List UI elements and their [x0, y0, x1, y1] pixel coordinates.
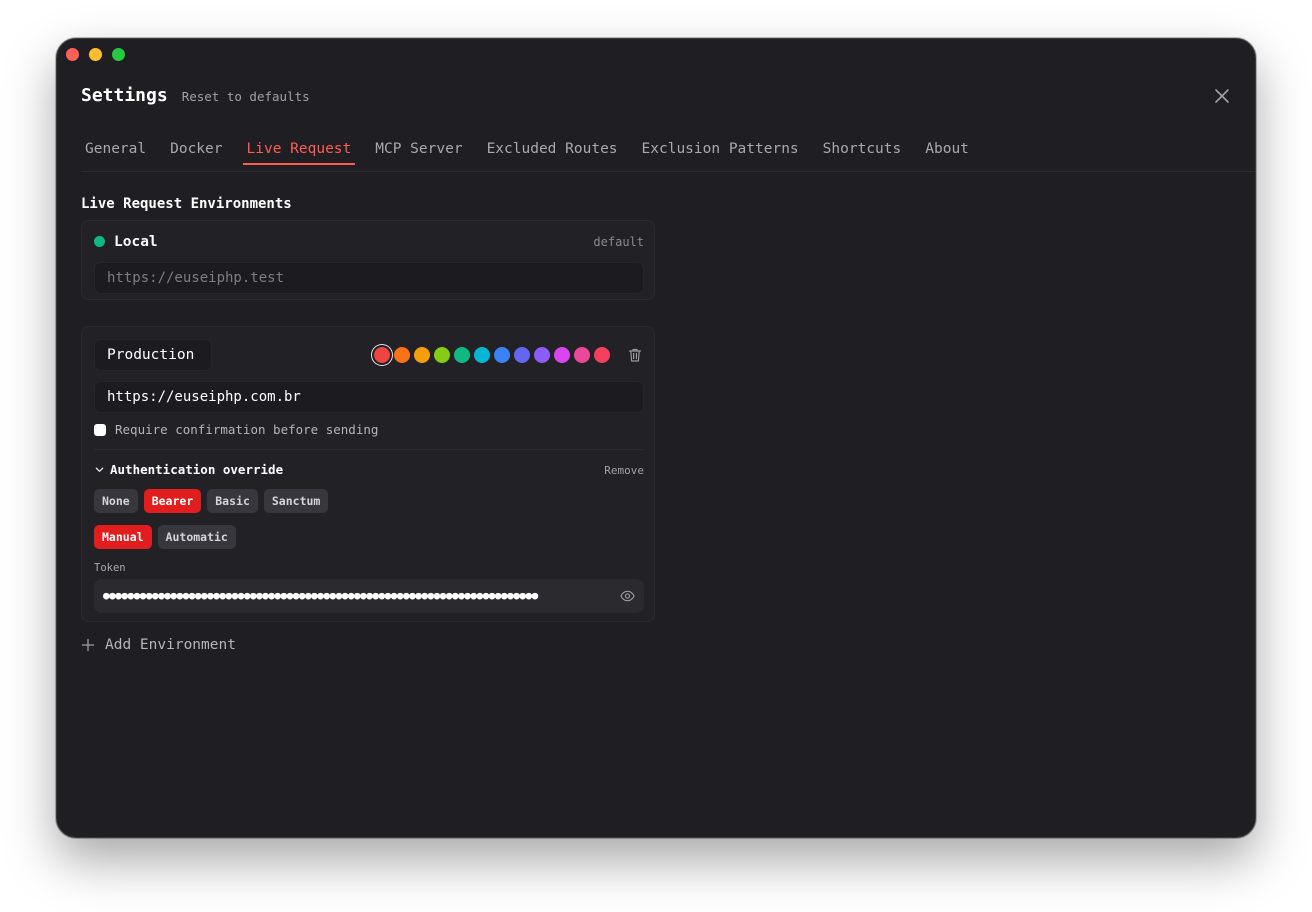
plus-icon: [81, 638, 95, 652]
token-manual-button[interactable]: Manual: [94, 525, 152, 549]
auth-none-button[interactable]: None: [94, 489, 138, 513]
token-value: ●●●●●●●●●●●●●●●●●●●●●●●●●●●●●●●●●●●●●●●●…: [103, 589, 538, 602]
color-swatch-lime[interactable]: [434, 347, 450, 363]
token-input[interactable]: ●●●●●●●●●●●●●●●●●●●●●●●●●●●●●●●●●●●●●●●●…: [94, 579, 644, 613]
section-title: Live Request Environments: [81, 196, 292, 212]
color-swatch-pink[interactable]: [574, 347, 590, 363]
settings-tabs: General Docker Live Request MCP Server E…: [81, 135, 1255, 172]
auth-override-title: Authentication override: [110, 462, 284, 477]
tab-about[interactable]: About: [921, 135, 973, 165]
settings-header: Settings Reset to defaults: [81, 85, 310, 106]
window-minimize-button[interactable]: [89, 48, 102, 61]
tab-live-request[interactable]: Live Request: [242, 135, 356, 165]
color-swatch-amber[interactable]: [414, 347, 430, 363]
color-swatch-emerald[interactable]: [454, 347, 470, 363]
close-icon[interactable]: [1213, 87, 1231, 105]
environment-name: Local: [114, 234, 158, 250]
auth-basic-button[interactable]: Basic: [207, 489, 258, 513]
color-swatch-rose[interactable]: [594, 347, 610, 363]
color-swatch-orange[interactable]: [394, 347, 410, 363]
divider: [94, 449, 644, 450]
settings-window: Settings Reset to defaults General Docke…: [56, 38, 1256, 838]
color-swatch-fuchsia[interactable]: [554, 347, 570, 363]
token-automatic-button[interactable]: Automatic: [157, 525, 236, 549]
tab-shortcuts[interactable]: Shortcuts: [819, 135, 906, 165]
tab-general[interactable]: General: [81, 135, 150, 165]
chevron-down-icon: [95, 467, 104, 472]
window-maximize-button[interactable]: [112, 48, 125, 61]
eye-icon[interactable]: [620, 589, 635, 603]
color-swatch-indigo[interactable]: [514, 347, 530, 363]
environment-card-local: Local default https://euseiphp.test: [81, 220, 655, 300]
color-swatch-blue[interactable]: [494, 347, 510, 363]
tab-mcp-server[interactable]: MCP Server: [371, 135, 466, 165]
color-swatch-red[interactable]: [374, 347, 390, 363]
confirm-checkbox-row[interactable]: Require confirmation before sending: [94, 422, 378, 437]
auth-override-toggle[interactable]: Authentication override: [94, 462, 283, 477]
color-swatch-violet[interactable]: [534, 347, 550, 363]
token-mode-group: Manual Automatic: [94, 525, 236, 549]
auth-sanctum-button[interactable]: Sanctum: [263, 489, 329, 513]
add-environment-label: Add Environment: [105, 637, 236, 653]
auth-type-group: None Bearer Basic Sanctum: [94, 489, 329, 513]
page-title: Settings: [81, 85, 168, 106]
environment-card-production: Production https://euseiphp.com.br Requi…: [81, 326, 655, 622]
confirm-checkbox[interactable]: [94, 423, 106, 436]
environment-name-input[interactable]: Production: [94, 339, 212, 371]
tab-docker[interactable]: Docker: [166, 135, 226, 165]
window-close-button[interactable]: [66, 48, 79, 61]
color-swatch-cyan[interactable]: [474, 347, 490, 363]
window-controls: [66, 48, 125, 61]
reset-defaults-link[interactable]: Reset to defaults: [182, 89, 310, 104]
remove-auth-button[interactable]: Remove: [604, 464, 644, 477]
token-label: Token: [94, 562, 126, 574]
environment-color-dot: [94, 236, 105, 247]
default-badge: default: [593, 235, 644, 249]
add-environment-button[interactable]: Add Environment: [81, 637, 236, 653]
production-url-field[interactable]: https://euseiphp.com.br: [94, 381, 644, 413]
tab-excluded-routes[interactable]: Excluded Routes: [483, 135, 622, 165]
color-picker: [374, 347, 610, 363]
local-url-field[interactable]: https://euseiphp.test: [94, 262, 644, 294]
auth-bearer-button[interactable]: Bearer: [143, 489, 202, 513]
trash-icon[interactable]: [627, 347, 643, 363]
tab-exclusion-patterns[interactable]: Exclusion Patterns: [638, 135, 803, 165]
confirm-label: Require confirmation before sending: [115, 422, 379, 437]
